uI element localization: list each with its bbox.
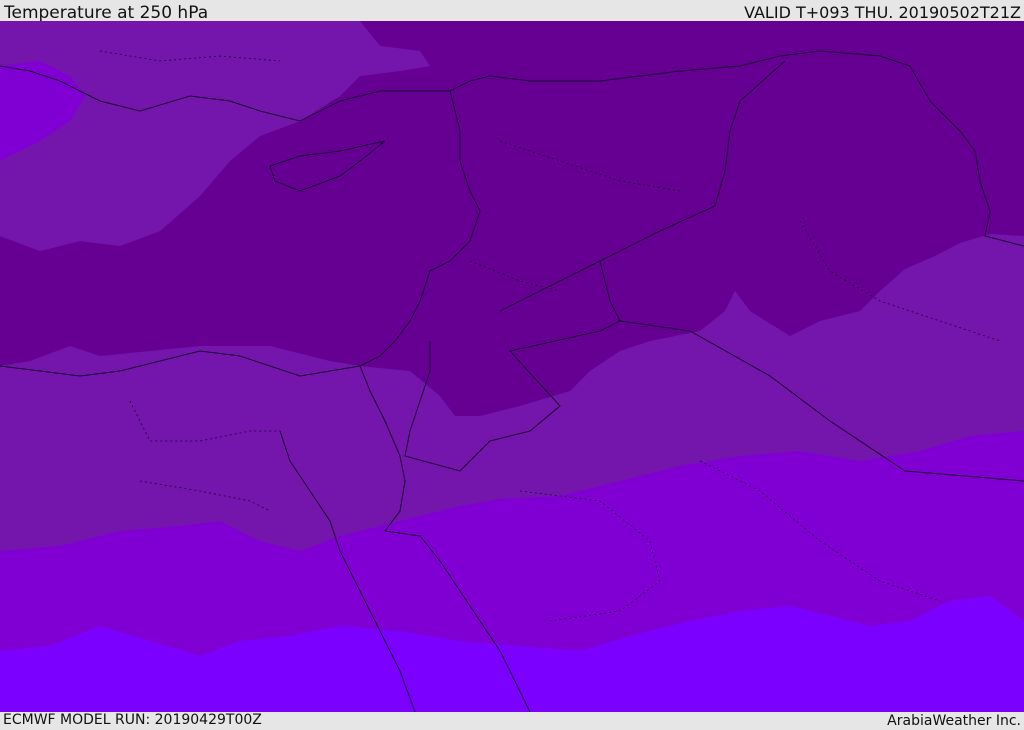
footer-bar: ECMWF MODEL RUN: 20190429T00Z ArabiaWeat… — [0, 712, 1024, 729]
temperature-map[interactable] — [0, 21, 1024, 712]
map-title: Temperature at 250 hPa — [4, 3, 209, 23]
valid-time-label: VALID T+093 THU. 20190502T21Z — [744, 3, 1021, 22]
credit-label: ArabiaWeather Inc. — [887, 713, 1021, 729]
header-bar: Temperature at 250 hPa VALID T+093 THU. … — [0, 0, 1024, 23]
model-run-label: ECMWF MODEL RUN: 20190429T00Z — [3, 712, 262, 728]
